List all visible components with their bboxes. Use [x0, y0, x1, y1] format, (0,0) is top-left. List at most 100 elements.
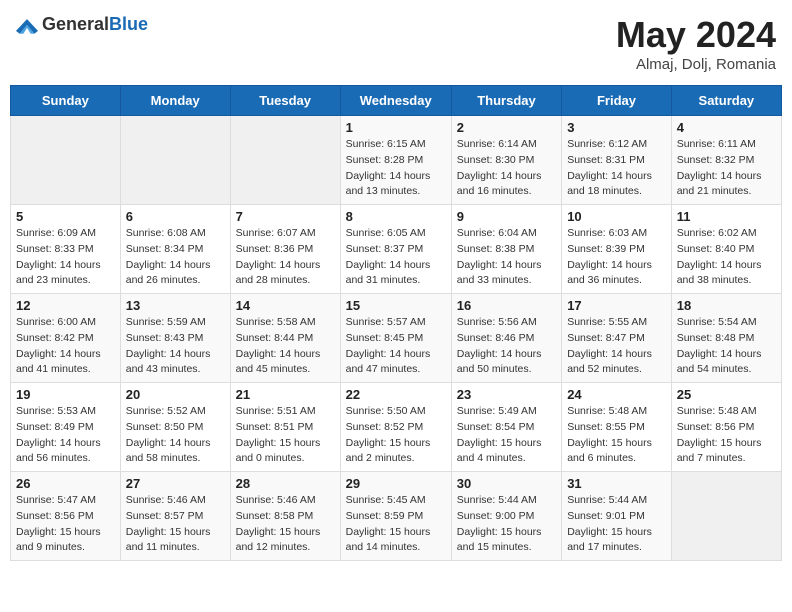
calendar-cell: 22Sunrise: 5:50 AMSunset: 8:52 PMDayligh…	[340, 383, 451, 472]
calendar-cell: 2 Sunrise: 6:14 AMSunset: 8:30 PMDaylight…	[451, 116, 561, 205]
day-number: 12	[16, 298, 115, 313]
day-info: Sunrise: 5:53 AMSunset: 8:49 PMDaylight:…	[16, 404, 115, 467]
day-number: 19	[16, 387, 115, 402]
day-info: Sunrise: 6:08 AMSunset: 8:34 PMDaylight:…	[126, 226, 225, 289]
calendar-week-1: 1 Sunrise: 6:15 AMSunset: 8:28 PMDaylight…	[11, 116, 782, 205]
day-number: 16	[457, 298, 556, 313]
calendar-cell: 28Sunrise: 5:46 AMSunset: 8:58 PMDayligh…	[230, 472, 340, 561]
calendar-cell: 6 Sunrise: 6:08 AMSunset: 8:34 PMDaylight…	[120, 205, 230, 294]
day-number: 3	[567, 120, 666, 135]
day-number: 6	[126, 209, 225, 224]
month-title: May 2024	[616, 14, 776, 56]
day-info: Sunrise: 5:49 AMSunset: 8:54 PMDaylight:…	[457, 404, 556, 467]
weekday-header-sunday: Sunday	[11, 86, 121, 116]
day-number: 30	[457, 476, 556, 491]
calendar-cell: 25 Sunrise: 5:48 AMSunset: 8:56 PMDayligh…	[671, 383, 781, 472]
day-info: Sunrise: 5:46 AMSunset: 8:57 PMDaylight:…	[126, 493, 225, 556]
day-info: Sunrise: 6:11 AMSunset: 8:32 PMDaylight:…	[677, 137, 776, 200]
logo-text: GeneralBlue	[42, 14, 148, 35]
day-info: Sunrise: 6:15 AMSunset: 8:28 PMDaylight:…	[346, 137, 446, 200]
day-number: 24	[567, 387, 666, 402]
day-info: Sunrise: 5:47 AMSunset: 8:56 PMDaylight:…	[16, 493, 115, 556]
day-info: Sunrise: 5:46 AMSunset: 8:58 PMDaylight:…	[236, 493, 335, 556]
calendar-cell: 9Sunrise: 6:04 AMSunset: 8:38 PMDaylight…	[451, 205, 561, 294]
day-number: 22	[346, 387, 446, 402]
day-number: 10	[567, 209, 666, 224]
day-info: Sunrise: 6:09 AMSunset: 8:33 PMDaylight:…	[16, 226, 115, 289]
day-info: Sunrise: 6:02 AMSunset: 8:40 PMDaylight:…	[677, 226, 776, 289]
calendar-cell: 19 Sunrise: 5:53 AMSunset: 8:49 PMDayligh…	[11, 383, 121, 472]
calendar-cell	[230, 116, 340, 205]
day-info: Sunrise: 5:44 AMSunset: 9:00 PMDaylight:…	[457, 493, 556, 556]
day-number: 31	[567, 476, 666, 491]
day-info: Sunrise: 5:44 AMSunset: 9:01 PMDaylight:…	[567, 493, 666, 556]
day-number: 9	[457, 209, 556, 224]
calendar-cell: 10 Sunrise: 6:03 AMSunset: 8:39 PMDayligh…	[562, 205, 672, 294]
day-info: Sunrise: 5:48 AMSunset: 8:56 PMDaylight:…	[677, 404, 776, 467]
day-number: 2	[457, 120, 556, 135]
day-number: 26	[16, 476, 115, 491]
day-info: Sunrise: 5:57 AMSunset: 8:45 PMDaylight:…	[346, 315, 446, 378]
calendar-cell: 31 Sunrise: 5:44 AMSunset: 9:01 PMDayligh…	[562, 472, 672, 561]
calendar-cell: 20 Sunrise: 5:52 AMSunset: 8:50 PMDayligh…	[120, 383, 230, 472]
day-info: Sunrise: 5:51 AMSunset: 8:51 PMDaylight:…	[236, 404, 335, 467]
logo-icon	[16, 16, 38, 34]
weekday-header-saturday: Saturday	[671, 86, 781, 116]
day-number: 29	[346, 476, 446, 491]
day-info: Sunrise: 6:14 AMSunset: 8:30 PMDaylight:…	[457, 137, 556, 200]
day-number: 25	[677, 387, 776, 402]
logo-general: General	[42, 14, 109, 34]
day-info: Sunrise: 5:48 AMSunset: 8:55 PMDaylight:…	[567, 404, 666, 467]
weekday-header-row: SundayMondayTuesdayWednesdayThursdayFrid…	[11, 86, 782, 116]
calendar-cell: 16 Sunrise: 5:56 AMSunset: 8:46 PMDayligh…	[451, 294, 561, 383]
logo-blue: Blue	[109, 14, 148, 34]
title-block: May 2024 Almaj, Dolj, Romania	[616, 14, 776, 73]
calendar-cell	[11, 116, 121, 205]
calendar-cell: 24 Sunrise: 5:48 AMSunset: 8:55 PMDayligh…	[562, 383, 672, 472]
calendar-cell: 17 Sunrise: 5:55 AMSunset: 8:47 PMDayligh…	[562, 294, 672, 383]
calendar-cell: 18Sunrise: 5:54 AMSunset: 8:48 PMDayligh…	[671, 294, 781, 383]
day-info: Sunrise: 5:55 AMSunset: 8:47 PMDaylight:…	[567, 315, 666, 378]
day-number: 8	[346, 209, 446, 224]
day-number: 21	[236, 387, 335, 402]
day-number: 14	[236, 298, 335, 313]
day-number: 13	[126, 298, 225, 313]
day-number: 17	[567, 298, 666, 313]
day-info: Sunrise: 5:59 AMSunset: 8:43 PMDaylight:…	[126, 315, 225, 378]
calendar-cell: 21 Sunrise: 5:51 AMSunset: 8:51 PMDayligh…	[230, 383, 340, 472]
calendar-cell: 13 Sunrise: 5:59 AMSunset: 8:43 PMDayligh…	[120, 294, 230, 383]
calendar-cell: 23 Sunrise: 5:49 AMSunset: 8:54 PMDayligh…	[451, 383, 561, 472]
calendar-cell: 11 Sunrise: 6:02 AMSunset: 8:40 PMDayligh…	[671, 205, 781, 294]
calendar-cell: 5 Sunrise: 6:09 AMSunset: 8:33 PMDaylight…	[11, 205, 121, 294]
day-number: 23	[457, 387, 556, 402]
day-number: 11	[677, 209, 776, 224]
calendar-cell: 8 Sunrise: 6:05 AMSunset: 8:37 PMDaylight…	[340, 205, 451, 294]
day-info: Sunrise: 6:12 AMSunset: 8:31 PMDaylight:…	[567, 137, 666, 200]
day-info: Sunrise: 5:56 AMSunset: 8:46 PMDaylight:…	[457, 315, 556, 378]
day-number: 20	[126, 387, 225, 402]
weekday-header-friday: Friday	[562, 86, 672, 116]
calendar-cell: 27 Sunrise: 5:46 AMSunset: 8:57 PMDayligh…	[120, 472, 230, 561]
weekday-header-thursday: Thursday	[451, 86, 561, 116]
day-info: Sunrise: 5:52 AMSunset: 8:50 PMDaylight:…	[126, 404, 225, 467]
day-info: Sunrise: 6:00 AMSunset: 8:42 PMDaylight:…	[16, 315, 115, 378]
day-number: 7	[236, 209, 335, 224]
calendar-table: SundayMondayTuesdayWednesdayThursdayFrid…	[10, 85, 782, 561]
calendar-cell: 7Sunrise: 6:07 AMSunset: 8:36 PMDaylight…	[230, 205, 340, 294]
calendar-week-4: 19 Sunrise: 5:53 AMSunset: 8:49 PMDayligh…	[11, 383, 782, 472]
day-number: 4	[677, 120, 776, 135]
day-info: Sunrise: 5:58 AMSunset: 8:44 PMDaylight:…	[236, 315, 335, 378]
day-info: Sunrise: 6:05 AMSunset: 8:37 PMDaylight:…	[346, 226, 446, 289]
calendar-cell: 30 Sunrise: 5:44 AMSunset: 9:00 PMDayligh…	[451, 472, 561, 561]
calendar-cell: 3 Sunrise: 6:12 AMSunset: 8:31 PMDaylight…	[562, 116, 672, 205]
day-number: 1	[346, 120, 446, 135]
day-info: Sunrise: 5:54 AMSunset: 8:48 PMDaylight:…	[677, 315, 776, 378]
day-number: 27	[126, 476, 225, 491]
logo: GeneralBlue	[16, 14, 148, 35]
calendar-cell: 12 Sunrise: 6:00 AMSunset: 8:42 PMDayligh…	[11, 294, 121, 383]
calendar-cell: 4 Sunrise: 6:11 AMSunset: 8:32 PMDaylight…	[671, 116, 781, 205]
calendar-cell: 15Sunrise: 5:57 AMSunset: 8:45 PMDayligh…	[340, 294, 451, 383]
day-info: Sunrise: 6:03 AMSunset: 8:39 PMDaylight:…	[567, 226, 666, 289]
day-number: 5	[16, 209, 115, 224]
weekday-header-tuesday: Tuesday	[230, 86, 340, 116]
